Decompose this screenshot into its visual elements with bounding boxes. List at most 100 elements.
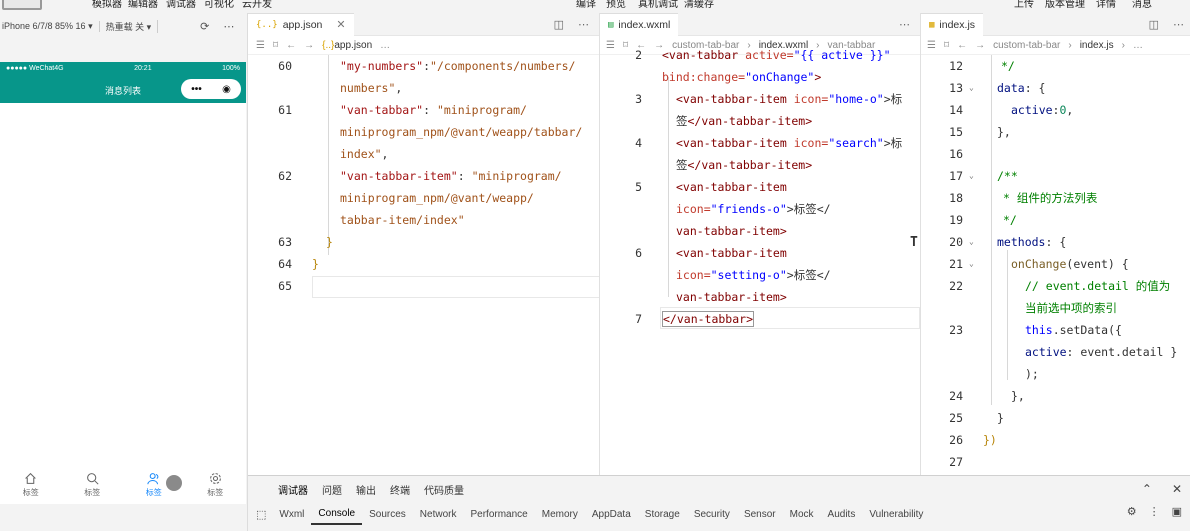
menu-visual[interactable]: 可视化	[204, 0, 234, 10]
crumb-file[interactable]: index.js	[1080, 40, 1114, 51]
menu-simulator[interactable]: 模拟器	[92, 0, 122, 10]
collapse-icon[interactable]: ⌃	[1142, 482, 1152, 496]
menu-remote-debug[interactable]: 真机调试	[638, 0, 678, 10]
capsule-more-icon[interactable]: •••	[191, 84, 202, 95]
tab-problems[interactable]: 问题	[322, 482, 342, 497]
devtab-vulnerability[interactable]: Vulnerability	[862, 505, 930, 524]
devtab-memory[interactable]: Memory	[535, 505, 585, 524]
indent-guide	[668, 77, 669, 297]
bookmark-icon[interactable]: ⌑	[944, 40, 949, 51]
more-icon[interactable]: ⋯	[899, 18, 910, 31]
line-number: 2	[635, 48, 642, 62]
more-icon[interactable]: ⋯	[1173, 18, 1184, 31]
menu-capsule[interactable]: ••• ◉	[181, 79, 241, 99]
line-number: 14	[949, 103, 963, 117]
devtab-storage[interactable]: Storage	[638, 505, 687, 524]
tab-index-wxml[interactable]: ▤ index.wxml	[600, 13, 679, 36]
fold-chevron-icon[interactable]: ⌄	[969, 237, 974, 246]
crumb-file[interactable]: {..}app.json	[322, 40, 372, 51]
menu-details[interactable]: 详情	[1096, 0, 1116, 10]
phone-nav-bar: 消息列表 ••• ◉	[0, 75, 246, 103]
tab-setting[interactable]: 标签	[195, 472, 235, 498]
line-number: 16	[949, 147, 963, 161]
back-arrow-icon[interactable]: ←	[286, 40, 296, 51]
line-number: 64	[278, 257, 292, 271]
menu-preview[interactable]: 预览	[606, 0, 626, 10]
close-icon[interactable]: ✕	[336, 18, 345, 31]
tab-search[interactable]: 标签	[72, 472, 112, 498]
chevron-right-icon: ›	[1121, 39, 1125, 51]
tab-index-js[interactable]: ▦ index.js	[921, 13, 984, 36]
code-line: methods: {	[997, 235, 1067, 249]
bookmark-icon[interactable]: ⌑	[273, 40, 278, 51]
menu-clear-cache[interactable]: 清缓存	[684, 0, 714, 10]
devtab-console[interactable]: Console	[311, 504, 363, 525]
line-number: 61	[278, 103, 292, 117]
devtab-sensor[interactable]: Sensor	[737, 505, 783, 524]
text-cursor-icon: T	[910, 235, 918, 250]
forward-arrow-icon[interactable]: →	[304, 40, 314, 51]
devtab-security[interactable]: Security	[687, 505, 737, 524]
fold-chevron-icon[interactable]: ⌄	[969, 83, 974, 92]
pane1-tab-bar: {..} app.json ✕ ◫ ⋯	[248, 13, 599, 36]
code-line: );	[1025, 367, 1039, 381]
fold-chevron-icon[interactable]: ⌄	[969, 171, 974, 180]
devtools-actions: ⚙ ⋮ ▣	[1127, 505, 1182, 518]
debugger-top-tabs: 调试器 问题 输出 终端 代码质量	[248, 476, 1190, 502]
more-vertical-icon[interactable]: ⋮	[1149, 505, 1160, 518]
setting-icon	[209, 473, 221, 484]
tab-code-quality[interactable]: 代码质量	[424, 482, 464, 497]
menu-messages[interactable]: 消息	[1132, 0, 1152, 10]
code-line: <van-tabbar-item icon="search">标	[676, 136, 903, 150]
code-line: 签</van-tabbar-item>	[676, 114, 813, 128]
menu-version[interactable]: 版本管理	[1045, 0, 1085, 10]
tab-terminal[interactable]: 终端	[390, 482, 410, 497]
fold-chevron-icon[interactable]: ⌄	[969, 259, 974, 268]
tab-app-json[interactable]: {..} app.json ✕	[248, 13, 354, 36]
menu-cloud[interactable]: 云开发	[242, 0, 272, 10]
menu-compile[interactable]: 编译	[576, 0, 596, 10]
menu-upload[interactable]: 上传	[1014, 0, 1034, 10]
split-editor-icon[interactable]: ◫	[1149, 18, 1159, 31]
tab-output[interactable]: 输出	[356, 482, 376, 497]
devtab-wxml[interactable]: Wxml	[272, 505, 311, 524]
back-arrow-icon[interactable]: ←	[957, 40, 967, 51]
outline-icon[interactable]: ☰	[256, 40, 265, 51]
devtab-mock[interactable]: Mock	[783, 505, 821, 524]
crumb-folder[interactable]: custom-tab-bar	[993, 40, 1060, 51]
devtab-network[interactable]: Network	[413, 505, 464, 524]
devtab-appdata[interactable]: AppData	[585, 505, 638, 524]
gear-icon[interactable]: ⚙	[1127, 505, 1137, 518]
code-line: data: {	[997, 81, 1046, 95]
crumb-more[interactable]: …	[1133, 40, 1143, 51]
indent-guide	[991, 55, 992, 405]
capsule-close-icon[interactable]: ◉	[222, 84, 231, 95]
menu-editor[interactable]: 编辑器	[128, 0, 158, 10]
more-icon[interactable]: ⋯	[578, 18, 589, 31]
devtab-performance[interactable]: Performance	[463, 505, 534, 524]
inspect-cursor-icon[interactable]: ⬚	[256, 508, 266, 521]
tab-home[interactable]: 标签	[11, 472, 51, 498]
device-select[interactable]: iPhone 6/7/8 85% 16 ▾	[2, 21, 100, 32]
more-icon[interactable]: ⋯	[223, 20, 234, 33]
chevron-right-icon: ›	[1068, 39, 1072, 51]
code-line: },	[997, 125, 1011, 139]
dock-icon[interactable]: ▣	[1172, 505, 1182, 518]
code-line: van-tabbar-item>	[676, 290, 787, 304]
devtab-audits[interactable]: Audits	[821, 505, 863, 524]
menu-debugger[interactable]: 调试器	[166, 0, 196, 10]
code-line: }	[326, 235, 333, 249]
carrier-text: ●●●●● WeChat4G	[6, 65, 64, 72]
hot-reload-select[interactable]: 热重载 关 ▾	[106, 20, 159, 33]
forward-arrow-icon[interactable]: →	[975, 40, 985, 51]
outline-icon[interactable]: ☰	[927, 40, 936, 51]
code-line: <van-tabbar-item	[676, 180, 787, 194]
devtab-sources[interactable]: Sources	[362, 505, 413, 524]
close-icon[interactable]: ✕	[1172, 482, 1182, 496]
refresh-icon[interactable]: ⟳	[200, 20, 209, 33]
code-line: this.setData({	[1025, 323, 1122, 337]
split-editor-icon[interactable]: ◫	[554, 18, 564, 31]
editor-pane-index-wxml: ▤ index.wxml ⋯ ☰ ⌑ ← → custom-tab-bar › …	[600, 13, 921, 475]
crumb-more[interactable]: …	[380, 40, 390, 51]
tab-debugger[interactable]: 调试器	[278, 482, 308, 497]
